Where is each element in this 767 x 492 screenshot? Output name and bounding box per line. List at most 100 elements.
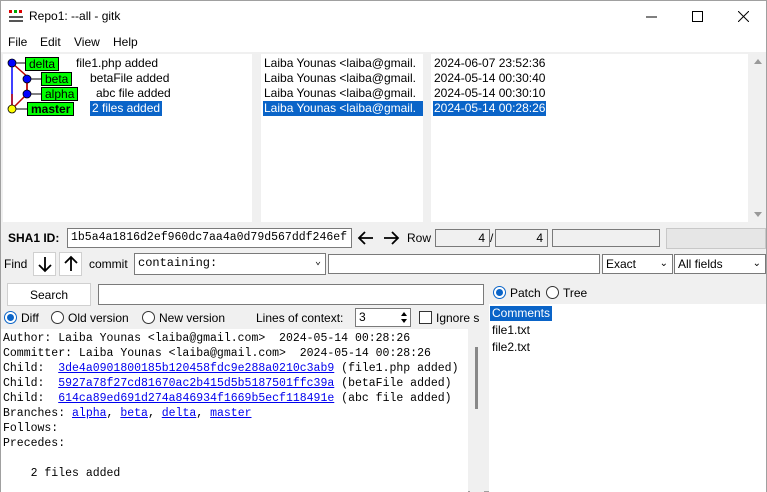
commit-subject[interactable]: abc file added bbox=[96, 86, 171, 101]
search-input[interactable] bbox=[98, 284, 484, 305]
arrow-up-icon bbox=[63, 255, 78, 271]
commit-subject[interactable]: betaFile added bbox=[90, 71, 169, 86]
old-version-label[interactable]: Old version bbox=[68, 311, 129, 325]
date-pane[interactable]: 2024-06-07 23:52:36 2024-05-14 00:30:40 … bbox=[431, 54, 748, 222]
commit-message: 2 files added bbox=[3, 467, 121, 480]
new-version-label[interactable]: New version bbox=[159, 311, 225, 325]
author-pane[interactable]: Laiba Younas <laiba@gmail. Laiba Younas … bbox=[261, 54, 423, 222]
ignore-space-label[interactable]: Ignore s bbox=[436, 311, 479, 325]
arrow-left-icon bbox=[357, 231, 373, 245]
ref-tag-delta[interactable]: delta bbox=[25, 57, 60, 71]
child-line: Child: 5927a78f27cd81670ac2b415d5b518750… bbox=[3, 377, 452, 390]
find-mode-select[interactable]: containing: ⌄ bbox=[134, 253, 326, 275]
old-version-radio[interactable] bbox=[51, 311, 64, 324]
file-list-item[interactable]: file2.txt bbox=[492, 340, 530, 355]
chevron-down-icon: ⌄ bbox=[659, 258, 668, 269]
ref-tag-beta[interactable]: beta bbox=[41, 72, 73, 86]
commit-subject-selected[interactable]: 2 files added bbox=[90, 101, 163, 116]
child-sha-link[interactable]: 3de4a0901800185b120458fdc9e288a0210c3ab9 bbox=[58, 362, 334, 375]
branch-link-master[interactable]: master bbox=[210, 407, 251, 420]
minimize-button[interactable] bbox=[628, 1, 674, 32]
find-up-button[interactable] bbox=[59, 252, 82, 276]
minimize-icon bbox=[645, 16, 657, 18]
menu-bar: File Edit View Help bbox=[1, 32, 766, 52]
tree-radio[interactable] bbox=[546, 286, 559, 299]
child-sha-link[interactable]: 614ca89ed691d274a846934f1669b5ecf118491e bbox=[58, 392, 334, 405]
stepper-down-icon[interactable] bbox=[401, 319, 407, 323]
context-stepper[interactable]: 3 bbox=[355, 308, 411, 327]
menu-file[interactable]: File bbox=[8, 35, 27, 49]
ignore-space-checkbox[interactable] bbox=[419, 311, 432, 324]
sha1-label: SHA1 ID: bbox=[8, 231, 60, 245]
commit-date[interactable]: 2024-06-07 23:52:36 bbox=[434, 56, 545, 71]
precedes-line: Precedes: bbox=[3, 437, 66, 450]
forward-button[interactable] bbox=[381, 229, 401, 247]
commit-node bbox=[22, 74, 32, 84]
sha1-input[interactable]: 1b5a4a1816d2ef960dc7aa4a0d79d567ddf246ef bbox=[67, 228, 352, 248]
file-list-item-selected[interactable]: Comments bbox=[490, 306, 553, 321]
close-button[interactable] bbox=[720, 1, 766, 32]
branch-link-alpha[interactable]: alpha bbox=[72, 407, 107, 420]
menu-help[interactable]: Help bbox=[113, 35, 138, 49]
commit-details-pane[interactable]: Author: Laiba Younas <laiba@gmail.com> 2… bbox=[1, 329, 468, 492]
gitk-window: Repo1: --all - gitk File Edit View Help bbox=[0, 0, 767, 492]
status-box bbox=[666, 228, 766, 249]
branch-link-delta[interactable]: delta bbox=[162, 407, 197, 420]
file-list-item[interactable]: file1.txt bbox=[492, 323, 530, 338]
stepper-up-icon[interactable] bbox=[401, 312, 407, 316]
scroll-up-icon[interactable] bbox=[754, 59, 762, 64]
branch-link-beta[interactable]: beta bbox=[120, 407, 148, 420]
ref-tag-alpha[interactable]: alpha bbox=[41, 87, 79, 101]
commit-list-scrollbar[interactable] bbox=[750, 54, 766, 222]
scrollbar-thumb[interactable] bbox=[475, 347, 478, 409]
search-button[interactable]: Search bbox=[7, 283, 91, 306]
menu-view[interactable]: View bbox=[74, 35, 100, 49]
arrow-right-icon bbox=[384, 231, 400, 245]
commit-date-selected[interactable]: 2024-05-14 00:28:26 bbox=[433, 101, 547, 116]
fields-select[interactable]: All fields ⌄ bbox=[674, 254, 766, 274]
progress-field bbox=[552, 229, 660, 247]
follows-line: Follows: bbox=[3, 422, 59, 435]
scroll-down-icon[interactable] bbox=[754, 212, 762, 217]
row-label: Row bbox=[407, 231, 432, 245]
row-total: 4 bbox=[495, 229, 548, 247]
commit-date[interactable]: 2024-05-14 00:30:10 bbox=[434, 86, 545, 101]
menu-edit[interactable]: Edit bbox=[40, 35, 61, 49]
arrow-down-icon bbox=[37, 257, 52, 273]
file-list-pane[interactable]: Comments file1.txt file2.txt bbox=[489, 304, 766, 492]
maximize-button[interactable] bbox=[674, 1, 720, 32]
find-type-label: commit bbox=[89, 257, 128, 271]
diff-radio[interactable] bbox=[4, 311, 17, 324]
branches-line: Branches: alpha, beta, delta, master bbox=[3, 407, 252, 420]
commit-subject[interactable]: file1.php added bbox=[76, 56, 158, 71]
find-down-button[interactable] bbox=[33, 252, 56, 276]
commit-author-selected[interactable]: Laiba Younas <laiba@gmail. bbox=[263, 101, 423, 116]
find-mode-value: containing: bbox=[138, 256, 218, 270]
maximize-icon bbox=[691, 11, 703, 22]
details-scrollbar[interactable] bbox=[470, 329, 484, 492]
gitk-app-icon bbox=[9, 10, 23, 22]
find-text-input[interactable] bbox=[328, 254, 600, 274]
patch-radio[interactable] bbox=[493, 286, 506, 299]
context-label: Lines of context: bbox=[256, 311, 344, 325]
committer-line: Committer: Laiba Younas <laiba@gmail.com… bbox=[3, 347, 431, 360]
close-icon bbox=[737, 11, 749, 22]
tree-label[interactable]: Tree bbox=[563, 286, 587, 300]
ref-tag-master[interactable]: master bbox=[27, 102, 75, 116]
find-label: Find bbox=[4, 257, 28, 271]
commit-date[interactable]: 2024-05-14 00:30:40 bbox=[434, 71, 545, 86]
commit-author[interactable]: Laiba Younas <laiba@gmail. bbox=[264, 71, 416, 86]
author-line: Author: Laiba Younas <laiba@gmail.com> 2… bbox=[3, 332, 411, 345]
match-value: Exact bbox=[606, 257, 637, 271]
diff-radio-label[interactable]: Diff bbox=[21, 311, 39, 325]
back-button[interactable] bbox=[356, 229, 376, 247]
row-current: 4 bbox=[435, 229, 490, 247]
match-select[interactable]: Exact ⌄ bbox=[602, 254, 673, 274]
commit-graph-pane[interactable]: delta file1.php added beta betaFile adde… bbox=[3, 54, 252, 222]
commit-node bbox=[7, 58, 17, 68]
child-sha-link[interactable]: 5927a78f27cd81670ac2b415d5b5187501ffc39a bbox=[58, 377, 334, 390]
commit-author[interactable]: Laiba Younas <laiba@gmail. bbox=[264, 56, 416, 71]
new-version-radio[interactable] bbox=[142, 311, 155, 324]
patch-label[interactable]: Patch bbox=[510, 286, 541, 300]
commit-author[interactable]: Laiba Younas <laiba@gmail. bbox=[264, 86, 416, 101]
